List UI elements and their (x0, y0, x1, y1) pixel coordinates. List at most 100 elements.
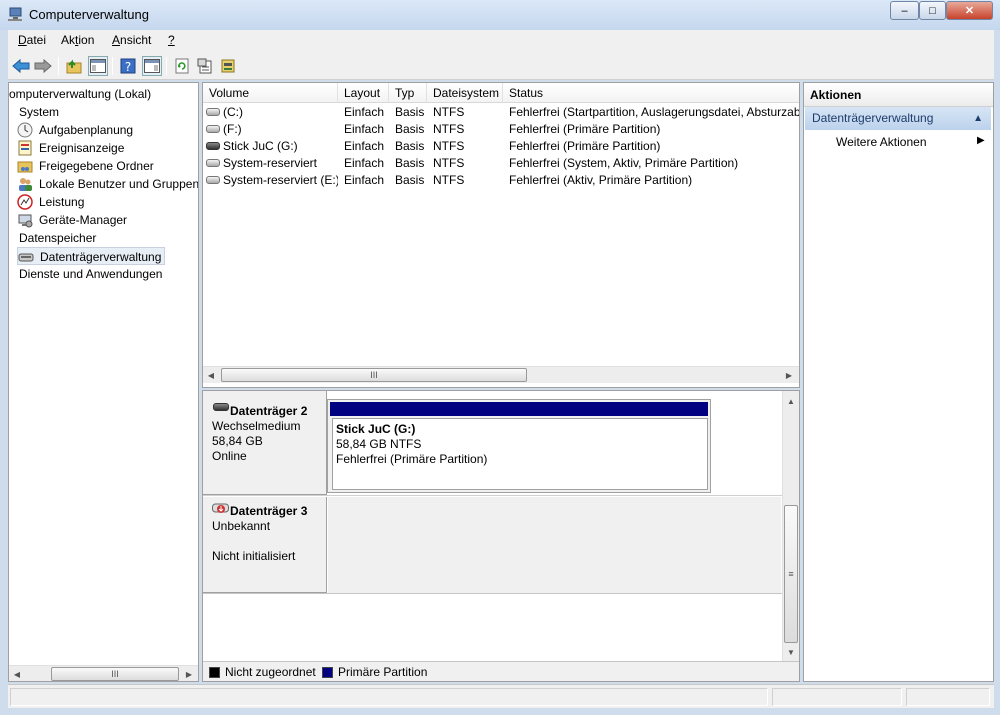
volume-name: (C:) (223, 105, 243, 119)
disk-state: Online (212, 449, 247, 463)
column-header-dateisystem[interactable]: Dateisystem (427, 83, 503, 103)
actions-section-datentraegerverwaltung[interactable]: Datenträgerverwaltung ▲ (805, 107, 991, 130)
close-button[interactable]: ✕ (946, 1, 993, 20)
clock-icon (17, 122, 33, 138)
legend-label-primary: Primäre Partition (338, 665, 428, 679)
disk-management-icon (18, 253, 34, 262)
menu-bar: Datei Aktion Ansicht ? (8, 30, 994, 52)
tree-item-label: Lokale Benutzer und Gruppen (39, 177, 199, 191)
properties-button[interactable] (195, 56, 215, 76)
performance-icon (17, 194, 33, 210)
volume-list-horizontal-scrollbar[interactable]: ◀ III ▶ (203, 366, 799, 383)
scroll-up-button[interactable]: ▲ (783, 393, 799, 409)
tree-item-label: Ereignisanzeige (39, 141, 125, 155)
svg-text:?: ? (125, 60, 131, 74)
tree-item-freigegebene-ordner[interactable]: Freigegebene Ordner (17, 157, 154, 175)
scroll-right-button[interactable]: ▶ (781, 367, 797, 383)
toolbar-separator (58, 57, 59, 75)
back-button[interactable] (11, 56, 31, 76)
volume-name: Stick JuC (G:) (223, 139, 298, 153)
tree-item-datentraegerverwaltung[interactable]: Datenträgerverwaltung (17, 247, 166, 265)
disk-name: Datenträger 3 (230, 504, 308, 518)
help-button[interactable]: ? (118, 56, 138, 76)
status-panel-3 (906, 688, 990, 706)
menu-aktion[interactable]: Aktion (61, 33, 94, 47)
tree-item-label: Geräte-Manager (39, 213, 128, 227)
tree-horizontal-scrollbar[interactable]: ◀ III ▶ (9, 665, 198, 681)
scroll-thumb[interactable]: III (221, 368, 527, 382)
volume-list: Volume Layout Typ Dateisystem Status (C:… (202, 82, 800, 388)
properties-icon (197, 58, 212, 74)
partition-name: Stick JuC (G:) (336, 422, 416, 436)
partition-size: 58,84 GB NTFS (336, 437, 422, 451)
tree-system[interactable]: System (19, 103, 59, 121)
menu-ansicht-mnemonic: A (112, 33, 121, 47)
tree-dienste-anwendungen[interactable]: Dienste und Anwendungen (19, 265, 162, 283)
menu-ansicht[interactable]: Ansicht (112, 33, 151, 47)
scroll-left-button[interactable]: ◀ (9, 666, 25, 681)
primary-partition-color-bar (330, 402, 708, 416)
users-icon (19, 178, 32, 191)
maximize-button[interactable]: □ (919, 1, 946, 20)
show-hide-tree-button[interactable] (88, 56, 108, 76)
scroll-down-button[interactable]: ▼ (783, 644, 799, 660)
disk-view-vertical-scrollbar[interactable]: ▲ ≡ ▼ (782, 391, 799, 661)
column-header-typ[interactable]: Typ (389, 83, 427, 103)
back-arrow-icon (12, 58, 30, 74)
scroll-thumb[interactable]: III (51, 667, 179, 681)
menu-datei[interactable]: Datei (18, 33, 46, 47)
volume-type: Basis (395, 156, 425, 170)
tree-dienste-label: Dienste und Anwendungen (19, 267, 163, 281)
tree-item-aufgabenplanung[interactable]: Aufgabenplanung (17, 121, 133, 139)
disk-3-area (328, 497, 781, 593)
up-level-button[interactable] (64, 56, 84, 76)
volume-filesystem: NTFS (433, 105, 465, 119)
unknown-disk-icon (212, 503, 229, 513)
minimize-button[interactable]: – (890, 1, 919, 20)
disk-3-info[interactable]: Datenträger 3 Unbekannt Nicht initialisi… (203, 497, 327, 593)
tree-system-label: System (19, 105, 60, 119)
tree-datenspeicher[interactable]: Datenspeicher (19, 229, 96, 247)
column-header-status[interactable]: Status (503, 83, 799, 103)
console-tree-pane: omputerverwaltung (Lokal) System Aufgabe… (8, 82, 199, 682)
refresh-button[interactable] (172, 56, 192, 76)
menu-aktion-pre: Ak (61, 33, 76, 47)
menu-ansicht-label: nsicht (120, 33, 152, 47)
tree-item-geraete-manager[interactable]: Geräte-Manager (17, 211, 127, 229)
column-header-volume[interactable]: Volume (203, 83, 338, 103)
volume-type: Basis (395, 105, 425, 119)
folder-up-icon (66, 59, 82, 74)
tree-item-ereignisanzeige[interactable]: Ereignisanzeige (17, 139, 124, 157)
scroll-right-button[interactable]: ▶ (181, 666, 197, 681)
show-hide-action-pane-button[interactable] (142, 56, 162, 76)
weitere-aktionen-label: Weitere Aktionen (836, 135, 927, 149)
disk-wizard-button[interactable] (218, 56, 238, 76)
scroll-left-button[interactable]: ◀ (203, 367, 219, 383)
disk-name: Datenträger 2 (230, 404, 308, 418)
column-header-layout[interactable]: Layout (338, 83, 389, 103)
weitere-aktionen[interactable]: Weitere Aktionen (836, 135, 927, 149)
drive-icon (206, 125, 220, 133)
tree-root[interactable]: omputerverwaltung (Lokal) (9, 85, 151, 103)
volume-filesystem: NTFS (433, 139, 465, 153)
title-bar[interactable]: Computerverwaltung – □ ✕ (0, 0, 1000, 30)
partition-frame[interactable]: Stick JuC (G:) 58,84 GB NTFS Fehlerfrei … (327, 399, 711, 493)
forward-button[interactable] (33, 56, 53, 76)
partition-box-stick-juc[interactable]: Stick JuC (G:) 58,84 GB NTFS Fehlerfrei … (332, 418, 708, 490)
refresh-icon (175, 58, 189, 74)
legend-swatch-unallocated (209, 667, 220, 678)
disk-2-info[interactable]: Datenträger 2 Wechselmedium 58,84 GB Onl… (203, 391, 327, 495)
volume-status: Fehlerfrei (Primäre Partition) (509, 122, 661, 136)
tree-item-lokale-benutzer[interactable]: Lokale Benutzer und Gruppen (17, 175, 199, 193)
menu-datei-label: atei (26, 33, 47, 47)
event-viewer-icon (18, 140, 32, 156)
collapse-triangle-icon[interactable]: ▲ (973, 107, 983, 130)
menu-help[interactable]: ? (168, 33, 175, 47)
scroll-thumb[interactable]: ≡ (784, 505, 798, 643)
partition-status: Fehlerfrei (Primäre Partition) (336, 452, 488, 466)
tree-item-leistung[interactable]: Leistung (17, 193, 84, 211)
device-manager-icon (18, 214, 33, 228)
computer-management-icon (8, 7, 22, 21)
toolbar-separator (166, 57, 167, 75)
toolbar-separator (112, 57, 113, 75)
